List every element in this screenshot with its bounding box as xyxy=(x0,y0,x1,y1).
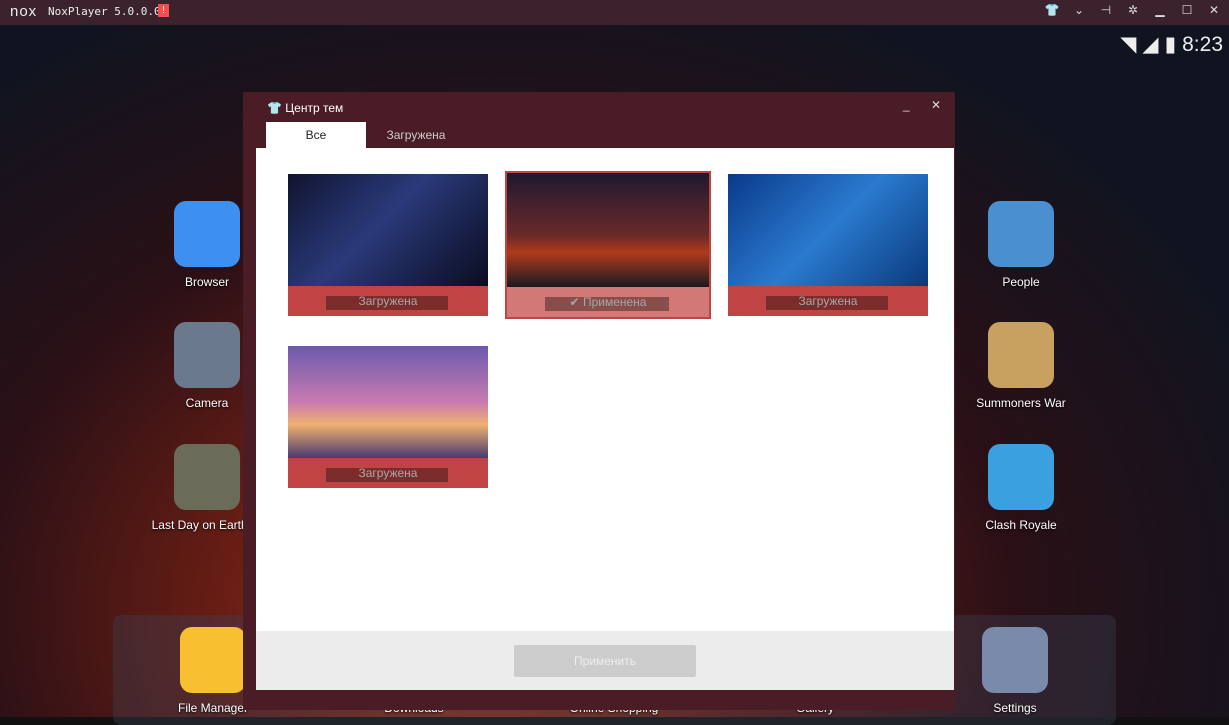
app-clash-royale[interactable]: Clash Royale xyxy=(956,444,1086,532)
warning-badge[interactable]: ! xyxy=(158,4,169,17)
folder-icon xyxy=(180,627,246,693)
game-icon xyxy=(988,444,1054,510)
app-people[interactable]: People xyxy=(956,201,1086,289)
status-bar: ◥ ◢ ▮ 8:23 xyxy=(1114,32,1223,57)
theme-card[interactable]: Загружена xyxy=(288,174,488,316)
minimize-icon[interactable]: ▁ xyxy=(1151,3,1169,17)
theme-card-applied[interactable]: ✔ Применена xyxy=(505,171,711,319)
close-icon[interactable]: ✕ xyxy=(1205,3,1223,17)
game-icon xyxy=(988,322,1054,388)
theme-thumbnail xyxy=(288,346,488,482)
nox-logo: nox xyxy=(10,3,38,20)
signal-icon: ◢ xyxy=(1142,33,1159,56)
theme-grid: Загружена ✔ Применена Загружена Загружен… xyxy=(256,148,954,690)
maximize-icon[interactable]: ☐ xyxy=(1178,3,1196,17)
close-icon[interactable]: ✕ xyxy=(931,98,941,112)
gear-icon[interactable]: ✲ xyxy=(1124,3,1142,17)
browser-icon xyxy=(174,201,240,267)
settings-icon xyxy=(982,627,1048,693)
chevron-down-icon[interactable]: ⌄ xyxy=(1070,3,1088,17)
wifi-icon: ◥ xyxy=(1120,33,1137,56)
shirt-icon: 👕 xyxy=(267,101,282,115)
minimize-icon[interactable]: _ xyxy=(903,98,910,112)
theme-thumbnail xyxy=(507,173,709,311)
title-bar: nox NoxPlayer 5.0.0.0 ! 👕 ⌄ ⊣ ✲ ▁ ☐ ✕ xyxy=(0,0,1229,25)
pin-icon[interactable]: ⊣ xyxy=(1097,3,1115,17)
theme-center-dialog: 👕 Центр тем _ ✕ Все Загружена Загружена … xyxy=(243,92,955,710)
tab-loaded[interactable]: Загружена xyxy=(366,122,466,148)
people-icon xyxy=(988,201,1054,267)
theme-card[interactable]: Загружена xyxy=(288,346,488,488)
app-settings[interactable]: Settings xyxy=(950,627,1080,715)
theme-thumbnail xyxy=(728,174,928,310)
dialog-title: 👕 Центр тем xyxy=(267,101,344,115)
camera-icon xyxy=(174,322,240,388)
game-icon xyxy=(174,444,240,510)
battery-icon: ▮ xyxy=(1164,33,1177,56)
theme-thumbnail xyxy=(288,174,488,310)
apply-button[interactable]: Применить xyxy=(514,645,696,677)
theme-card[interactable]: Загружена xyxy=(728,174,928,316)
app-summoners-war[interactable]: Summoners War xyxy=(956,322,1086,410)
tab-all[interactable]: Все xyxy=(266,122,366,148)
dialog-footer: Применить xyxy=(256,631,954,690)
app-title: NoxPlayer 5.0.0.0 xyxy=(48,5,161,18)
theme-icon[interactable]: 👕 xyxy=(1043,3,1061,17)
clock: 8:23 xyxy=(1182,33,1223,56)
